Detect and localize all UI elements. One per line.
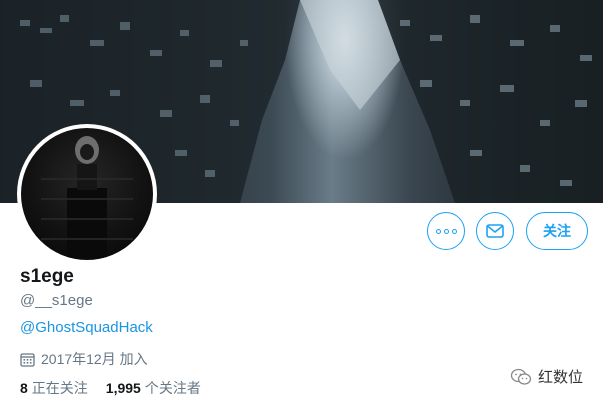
follow-stats: 8 正在关注 1,995 个关注者 bbox=[20, 378, 201, 398]
avatar bbox=[21, 128, 153, 260]
more-icon bbox=[435, 228, 457, 234]
mail-icon bbox=[486, 224, 504, 238]
join-date: 2017年12月 加入 bbox=[20, 349, 148, 369]
message-button[interactable] bbox=[476, 212, 514, 250]
wechat-icon bbox=[510, 368, 532, 385]
avatar-image bbox=[41, 136, 133, 258]
follow-button[interactable]: 关注 bbox=[526, 212, 588, 250]
display-name: s1ege bbox=[20, 266, 74, 287]
watermark: 红数位 bbox=[510, 366, 583, 387]
following-count: 8 bbox=[20, 380, 28, 396]
followers-label: 个关注者 bbox=[144, 380, 201, 396]
avatar-frame[interactable] bbox=[17, 124, 157, 264]
more-options-button[interactable] bbox=[427, 212, 465, 250]
calendar-icon bbox=[20, 352, 35, 367]
following-label: 正在关注 bbox=[31, 380, 88, 396]
join-date-text: 2017年12月 加入 bbox=[41, 351, 148, 367]
followers-stat[interactable]: 1,995 个关注者 bbox=[106, 378, 201, 398]
following-stat[interactable]: 8 正在关注 bbox=[20, 378, 88, 398]
username-handle: @__s1ege bbox=[20, 292, 93, 309]
watermark-text: 红数位 bbox=[538, 369, 584, 386]
bio-link[interactable]: @GhostSquadHack bbox=[20, 319, 153, 336]
followers-count: 1,995 bbox=[105, 380, 141, 396]
